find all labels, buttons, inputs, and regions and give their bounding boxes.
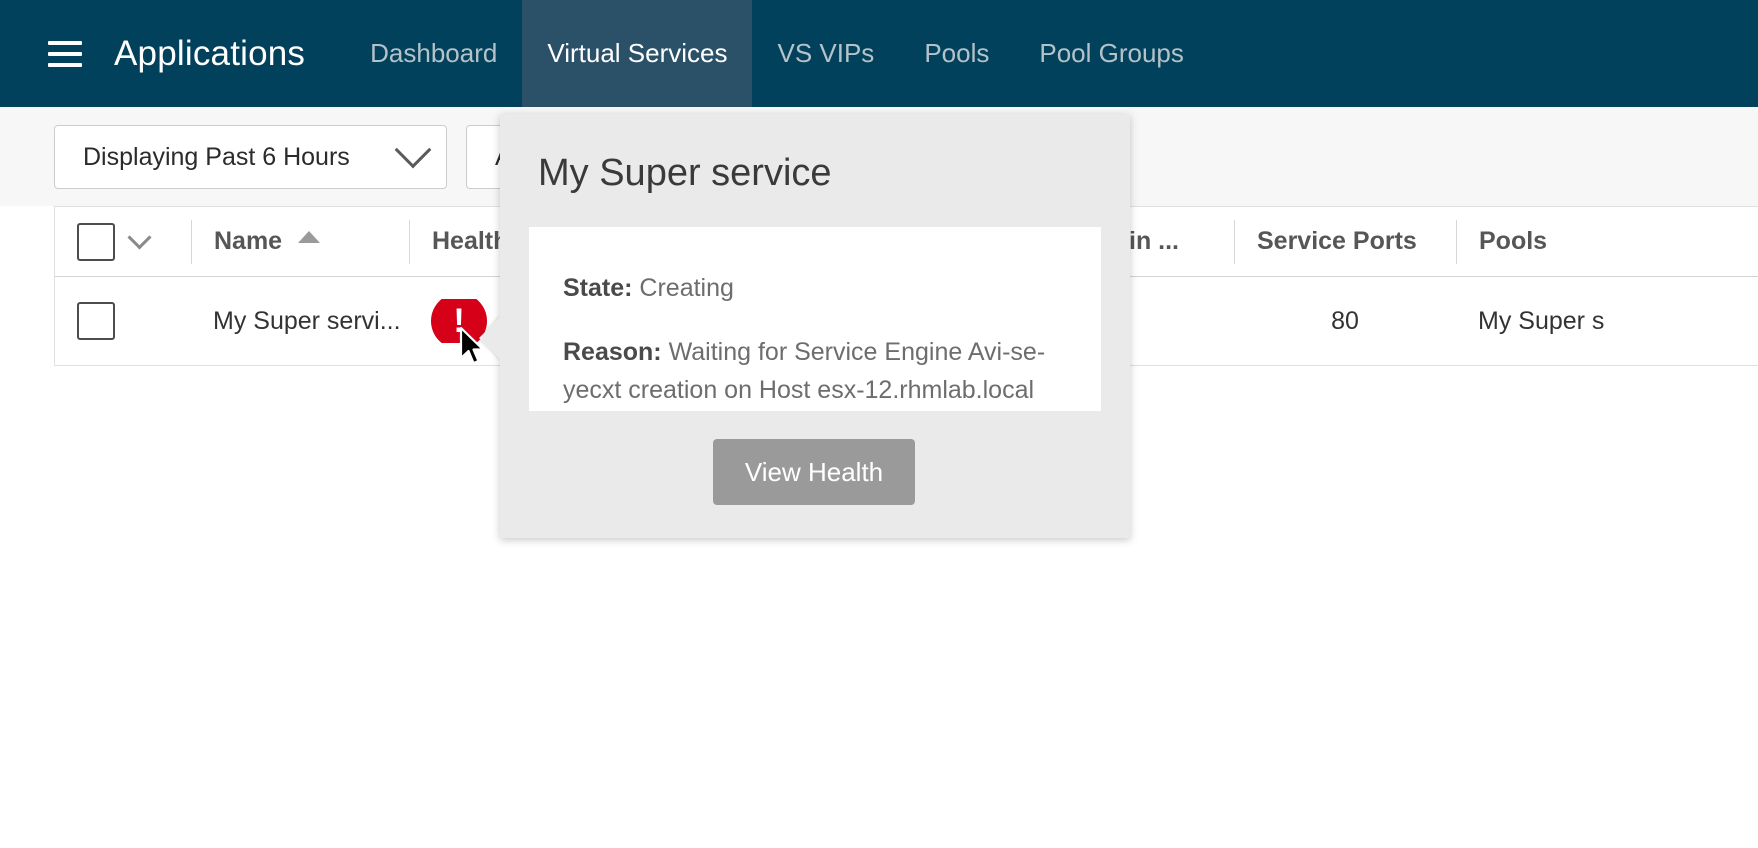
chevron-down-icon (394, 131, 432, 169)
row-pools: My Super s (1478, 306, 1605, 335)
row-checkbox[interactable] (77, 302, 115, 340)
select-all-cell (55, 220, 191, 264)
tab-pools[interactable]: Pools (899, 0, 1014, 107)
column-header-name-label: Name (214, 227, 283, 255)
tab-vs-vips[interactable]: VS VIPs (752, 0, 899, 107)
top-navigation-bar: Applications Dashboard Virtual Services … (0, 0, 1758, 107)
row-service-ports: 80 (1331, 306, 1359, 335)
time-range-label: Displaying Past 6 Hours (83, 142, 350, 171)
hamburger-icon[interactable] (48, 40, 82, 67)
select-all-checkbox[interactable] (77, 222, 115, 261)
popover-reason-label: Reason: (563, 338, 662, 366)
row-select-cell (55, 299, 191, 343)
column-header-name[interactable]: Name (191, 219, 409, 264)
page-title: Applications (114, 33, 306, 73)
health-popover: My Super service State: Creating Reason:… (479, 114, 1130, 538)
tab-dashboard[interactable]: Dashboard (345, 0, 522, 107)
popover-body: State: Creating Reason: Waiting for Serv… (529, 227, 1101, 411)
nav-tabs: Dashboard Virtual Services VS VIPs Pools… (345, 0, 1209, 107)
row-name: My Super servi... (213, 306, 401, 335)
brand-area: Applications (0, 0, 345, 107)
chevron-down-icon[interactable] (127, 225, 152, 250)
tab-pool-groups[interactable]: Pool Groups (1014, 0, 1209, 107)
popover-state-row: State: Creating (563, 269, 1067, 307)
column-header-pools[interactable]: Pools (1456, 219, 1758, 264)
popover-arrow-icon (479, 316, 501, 360)
popover-reason-row: Reason: Waiting for Service Engine Avi-s… (563, 333, 1067, 409)
popover-state-label: State: (563, 274, 633, 302)
view-health-button[interactable]: View Health (713, 439, 915, 505)
popover-state-value: Creating (639, 274, 734, 302)
time-range-dropdown[interactable]: Displaying Past 6 Hours (54, 125, 447, 189)
column-header-service-ports[interactable]: Service Ports (1234, 219, 1456, 264)
tab-virtual-services[interactable]: Virtual Services (522, 0, 753, 107)
sort-ascending-icon (298, 230, 321, 243)
popover-title: My Super service (538, 152, 832, 194)
